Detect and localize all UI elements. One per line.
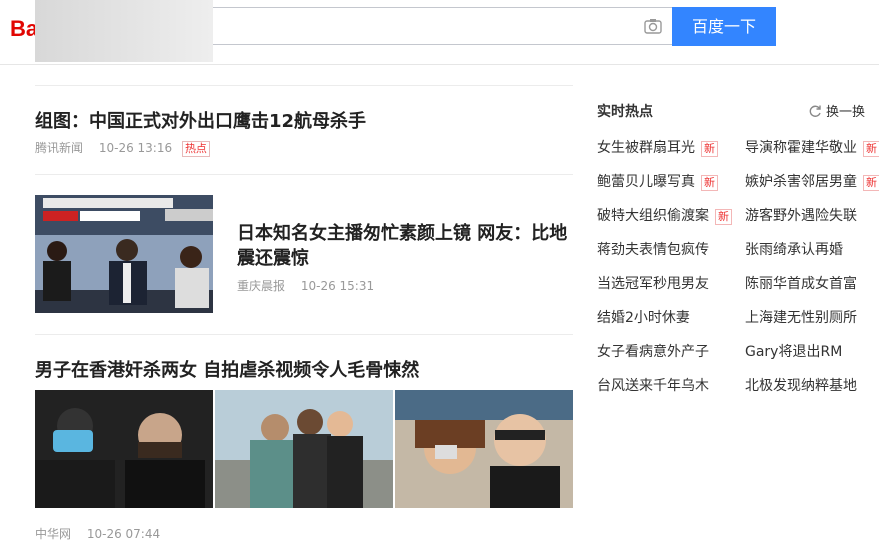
article-image-3[interactable] <box>395 390 573 508</box>
hot-topic-text: 张雨绮承认再婚 <box>745 242 843 258</box>
article-time: 10-26 15:31 <box>300 279 375 293</box>
hot-topic-text: 北极发现纳粹基地 <box>745 378 857 394</box>
hot-topic-item[interactable]: 导演称霍建华敬业新 <box>745 137 879 157</box>
search-button[interactable]: 百度一下 <box>672 7 776 46</box>
refresh-button[interactable]: 换一换 <box>808 101 865 120</box>
hot-topic-text: 女生被群扇耳光 <box>597 140 695 156</box>
hot-topic-text: 当选冠军秒甩男友 <box>597 276 709 292</box>
hot-topic-text: 破特大组织偷渡案 <box>597 208 709 224</box>
article-source: 腾讯新闻 <box>35 141 84 155</box>
hot-topic-text: 上海建无性别厕所 <box>745 310 857 326</box>
article-image-2[interactable] <box>215 390 393 508</box>
hot-topic-item[interactable]: 女生被群扇耳光新 <box>597 137 718 157</box>
search-input[interactable] <box>136 7 672 45</box>
new-badge: 新 <box>701 141 718 157</box>
article-meta: 中华网 10-26 07:44 <box>35 525 160 542</box>
hot-topic-text: 嫉妒杀害邻居男童 <box>745 174 857 190</box>
article-meta: 重庆晨报 10-26 15:31 <box>237 277 374 294</box>
divider <box>35 174 573 175</box>
new-badge: 新 <box>863 141 879 157</box>
hot-topic-text: 陈丽华首成女首富 <box>745 276 857 292</box>
hot-topic-item[interactable]: 北极发现纳粹基地 <box>745 375 857 395</box>
previous-article-thumbnail[interactable] <box>35 0 213 62</box>
hot-topic-item[interactable]: 嫉妒杀害邻居男童新 <box>745 171 879 191</box>
article-title-line2[interactable]: 震还震惊 <box>237 244 309 270</box>
divider <box>35 334 573 335</box>
article-title[interactable]: 组图：中国正式对外出口鹰击12航母杀手 <box>35 107 366 133</box>
hot-topic-item[interactable]: 游客野外遇险失联 <box>745 205 857 225</box>
hot-topic-item[interactable]: 女子看病意外产子 <box>597 341 709 361</box>
camera-icon[interactable] <box>644 17 662 35</box>
hot-topic-item[interactable]: 上海建无性别厕所 <box>745 307 857 327</box>
article-title[interactable]: 男子在香港奸杀两女 自拍虐杀视频令人毛骨悚然 <box>35 356 419 382</box>
hot-topic-item[interactable]: 结婚2小时休妻 <box>597 307 690 327</box>
article-time: 10-26 07:44 <box>86 527 161 541</box>
hot-topics-title: 实时热点 <box>597 104 653 120</box>
hot-topic-item[interactable]: 当选冠军秒甩男友 <box>597 273 709 293</box>
article-source: 中华网 <box>35 527 72 541</box>
refresh-icon <box>809 105 821 117</box>
article-image-1[interactable] <box>35 390 213 508</box>
hot-topic-item[interactable]: 破特大组织偷渡案新 <box>597 205 732 225</box>
hot-topic-text: 游客野外遇险失联 <box>745 208 857 224</box>
article-title-line1[interactable]: 日本知名女主播匆忙素颜上镜 网友：比地 <box>237 219 567 245</box>
hot-topic-text: 女子看病意外产子 <box>597 344 709 360</box>
article-time: 10-26 13:16 <box>98 141 173 155</box>
article-meta: 腾讯新闻 10-26 13:16 热点 <box>35 139 210 157</box>
hot-topic-text: 结婚2小时休妻 <box>597 310 690 326</box>
hot-topic-text: 蒋劲夫表情包疯传 <box>597 242 709 258</box>
hot-topic-item[interactable]: 蒋劲夫表情包疯传 <box>597 239 709 259</box>
article-thumbnail[interactable] <box>35 195 213 313</box>
new-badge: 新 <box>863 175 879 191</box>
hot-topic-item[interactable]: 张雨绮承认再婚 <box>745 239 843 259</box>
article-source: 重庆晨报 <box>237 279 286 293</box>
hot-topic-text: Gary将退出RM <box>745 344 843 360</box>
hot-topic-item[interactable]: 鲍蕾贝儿曝写真新 <box>597 171 718 191</box>
hot-tag: 热点 <box>181 141 210 157</box>
new-badge: 新 <box>701 175 718 191</box>
hot-topic-item[interactable]: 台风送来千年乌木 <box>597 375 709 395</box>
divider <box>35 85 573 86</box>
hot-topic-text: 台风送来千年乌木 <box>597 378 709 394</box>
new-badge: 新 <box>715 209 732 225</box>
hot-topic-item[interactable]: 陈丽华首成女首富 <box>745 273 857 293</box>
refresh-label: 换一换 <box>826 105 866 120</box>
hot-topic-text: 导演称霍建华敬业 <box>745 140 857 156</box>
hot-topic-item[interactable]: Gary将退出RM <box>745 341 842 361</box>
hot-topic-text: 鲍蕾贝儿曝写真 <box>597 174 695 190</box>
